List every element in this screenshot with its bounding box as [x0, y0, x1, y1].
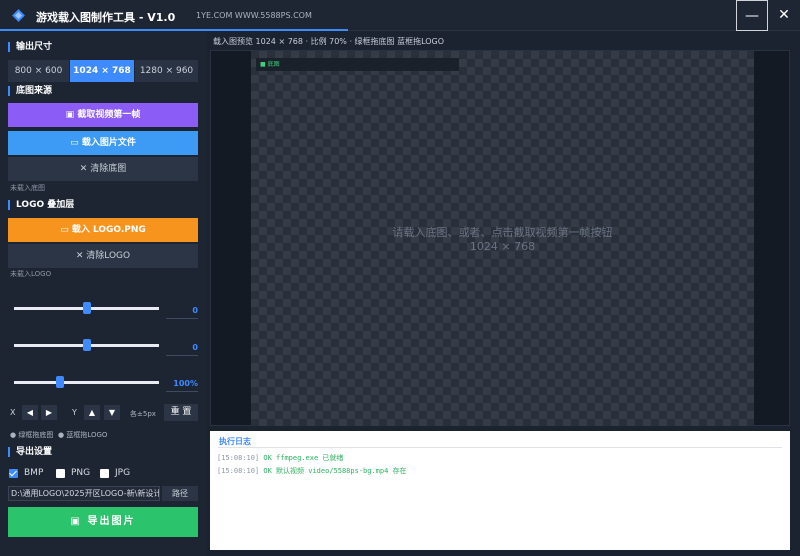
preview-header: 载入图预览 1024 × 768 · 比例 70% · 绿框拖底图 蓝框拖LOG…	[213, 37, 445, 46]
x-label: X	[10, 408, 16, 417]
size-option-800[interactable]: 800 × 600	[8, 60, 69, 82]
y-down-button[interactable]: ▼	[104, 405, 120, 420]
slider-3-thumb[interactable]	[56, 376, 65, 388]
capture-frame-label: 截取视频第一帧	[77, 110, 141, 120]
format-png[interactable]: PNG	[56, 468, 90, 478]
clear-background-button[interactable]: ✕ 清除底图	[8, 157, 198, 181]
export-button-label: 导出图片	[87, 516, 136, 527]
path-button[interactable]: 路径	[162, 486, 198, 501]
close-button[interactable]: ✕	[768, 0, 800, 31]
background-status: 未载入底图	[10, 184, 45, 192]
format-png-label: PNG	[71, 468, 91, 478]
log-divider	[218, 447, 782, 448]
logo-heading: LOGO 叠加层	[8, 200, 74, 210]
format-bmp[interactable]: BMP	[9, 468, 43, 478]
size-option-1024[interactable]: 1024 × 768	[70, 60, 134, 82]
export-path-input[interactable]: D:\通用LOGO\2025开区LOGO-新\新设计7	[8, 486, 160, 501]
background-layer-tag: ■ 底图	[256, 58, 459, 71]
log-timestamp: [15:08:10]	[217, 467, 260, 475]
log-line: [15:08:10] OK ffmpeg.exe 已就绪	[217, 453, 343, 463]
log-panel: 执行日志 [15:08:10] OK ffmpeg.exe 已就绪 [15:08…	[210, 431, 790, 550]
size-option-1280[interactable]: 1280 × 960	[135, 60, 198, 82]
load-logo-label: 载入 LOGO.PNG	[71, 225, 146, 235]
slider-3[interactable]	[14, 376, 159, 388]
step-label: 各±5px	[130, 410, 156, 418]
slider-1-value: 0	[166, 306, 198, 319]
hint-blue: ● 蓝框拖LOGO	[58, 431, 108, 439]
app-site-text: 1YE.COM WWW.5588PS.COM	[196, 11, 312, 20]
checkbox-jpg[interactable]	[100, 468, 109, 478]
log-line: [15:08:10] OK 默认视频 video/5588ps-bg.mp4 存…	[217, 466, 407, 476]
format-jpg[interactable]: JPG	[100, 468, 130, 478]
slider-2-value: 0	[166, 343, 198, 356]
slider-2[interactable]	[14, 339, 159, 351]
app-title: 游戏载入图制作工具 - V1.0	[36, 11, 176, 24]
log-title: 执行日志	[219, 437, 251, 446]
y-up-button[interactable]: ▲	[84, 405, 100, 420]
checkbox-bmp[interactable]	[9, 468, 18, 478]
reset-button[interactable]: 重 置	[164, 404, 198, 421]
slider-1[interactable]	[14, 302, 159, 314]
background-heading: 底图来源	[8, 86, 52, 96]
slider-2-thumb[interactable]	[82, 339, 91, 351]
format-bmp-label: BMP	[24, 468, 44, 478]
log-timestamp: [15:08:10]	[217, 454, 260, 462]
load-image-button[interactable]: ▭ 载入图片文件	[8, 131, 198, 155]
save-icon: ▣	[70, 516, 88, 527]
placeholder-size: 1024 × 768	[469, 240, 536, 253]
placeholder-text: 请载入底图、或者、点击截取视频第一帧按钮	[392, 226, 613, 239]
clear-logo-button[interactable]: ✕ 清除LOGO	[8, 244, 198, 268]
format-jpg-label: JPG	[115, 468, 131, 478]
preview-canvas[interactable]: ■ 底图 请载入底图、或者、点击截取视频第一帧按钮 1024 × 768	[251, 51, 754, 426]
hint-green: ● 绿框拖底图	[10, 431, 54, 439]
x-left-button[interactable]: ◀	[22, 405, 38, 420]
checkbox-png[interactable]	[56, 468, 65, 478]
title-bar: 游戏载入图制作工具 - V1.0 1YE.COM WWW.5588PS.COM …	[0, 0, 800, 31]
folder-icon: ▭	[60, 225, 72, 235]
load-logo-button[interactable]: ▭ 载入 LOGO.PNG	[8, 218, 198, 242]
capture-frame-button[interactable]: ▣ 截取视频第一帧	[8, 103, 198, 127]
output-size-heading: 输出尺寸	[8, 42, 52, 52]
preview-area: ■ 底图 请载入底图、或者、点击截取视频第一帧按钮 1024 × 768	[210, 50, 790, 426]
app-logo-icon	[12, 9, 25, 22]
export-heading: 导出设置	[8, 447, 52, 457]
x-right-button[interactable]: ▶	[41, 405, 57, 420]
export-button[interactable]: ▣ 导出图片	[8, 507, 198, 537]
load-image-label: 载入图片文件	[81, 138, 136, 148]
log-message: OK ffmpeg.exe 已就绪	[259, 454, 344, 462]
folder-icon: ▭	[70, 138, 82, 148]
film-icon: ▣	[65, 110, 78, 120]
y-label: Y	[72, 408, 77, 417]
minimize-button[interactable]: —	[736, 0, 768, 31]
log-message: OK 默认视频 video/5588ps-bg.mp4 存在	[259, 467, 407, 475]
slider-1-thumb[interactable]	[82, 302, 91, 314]
logo-status: 未载入LOGO	[10, 270, 52, 278]
slider-3-value: 100%	[166, 379, 198, 392]
